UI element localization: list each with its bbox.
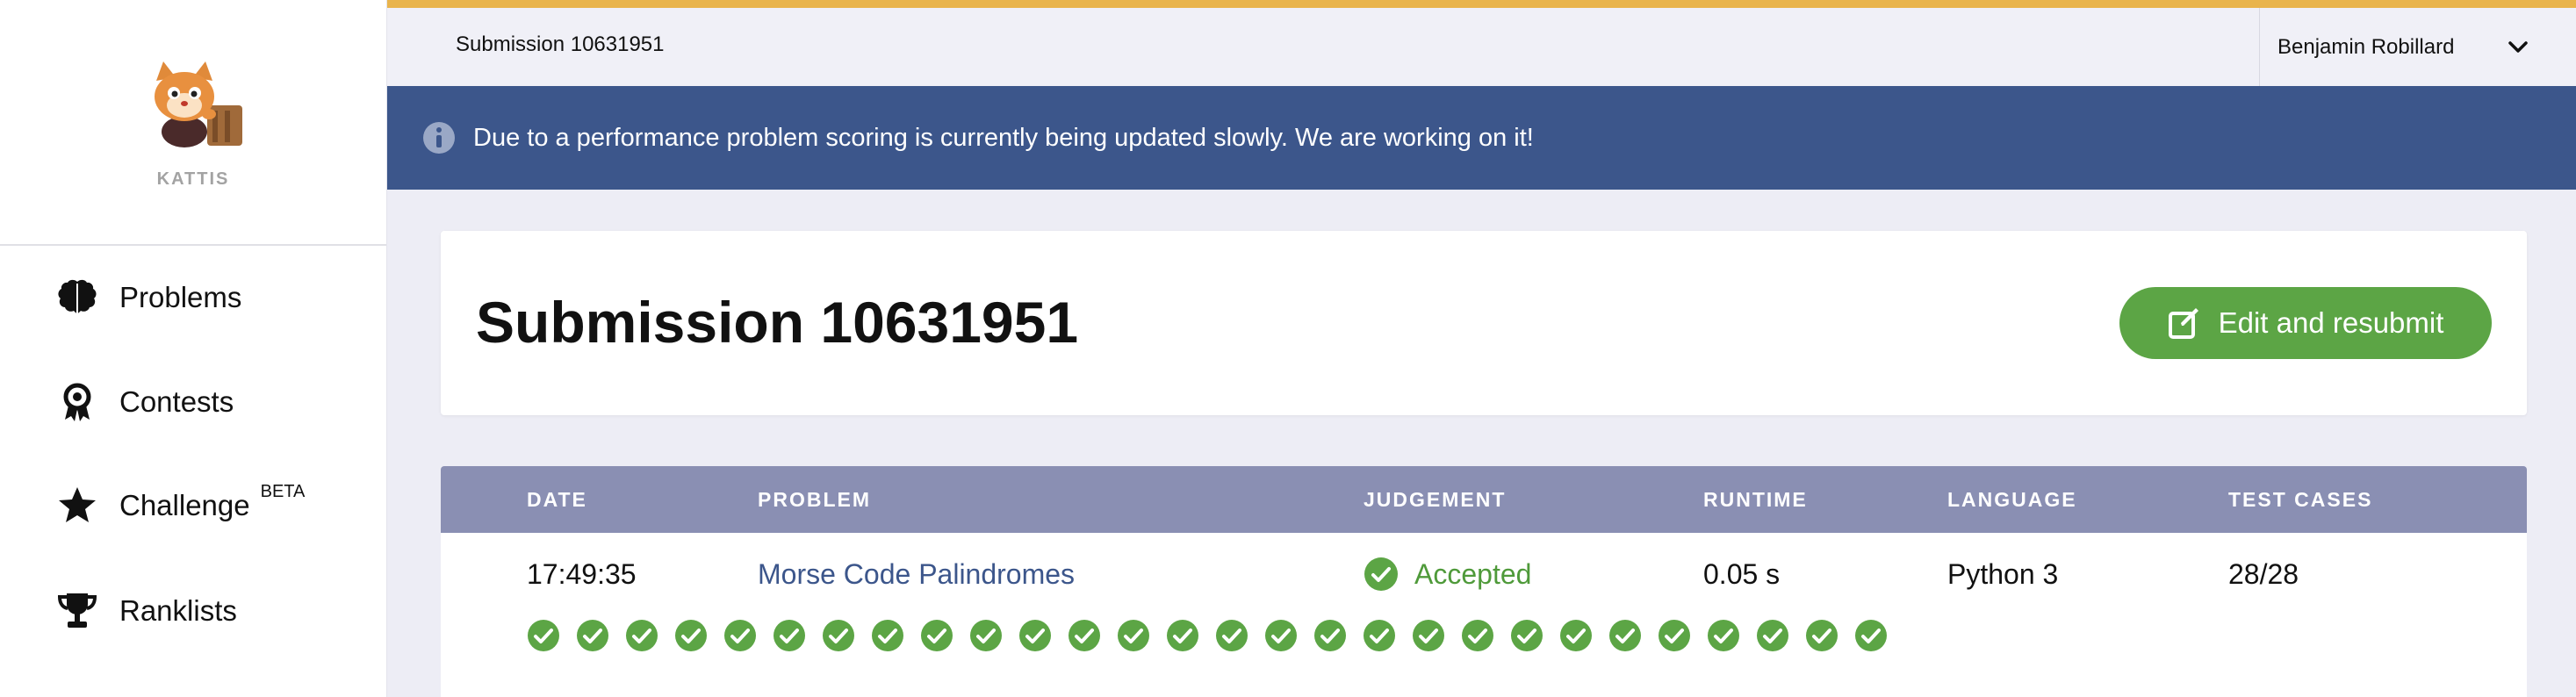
banner-message: Due to a performance problem scoring is …: [473, 123, 1534, 152]
test-case-passed-icon[interactable]: [1461, 619, 1494, 652]
problem-link[interactable]: Morse Code Palindromes: [758, 558, 1075, 591]
test-case-passed-icon[interactable]: [1805, 619, 1838, 652]
test-case-passed-icon[interactable]: [773, 619, 806, 652]
announcement-banner: Due to a performance problem scoring is …: [387, 86, 2576, 190]
test-case-passed-icon[interactable]: [1510, 619, 1543, 652]
test-case-passed-icon[interactable]: [1068, 619, 1101, 652]
col-header-language: LANGUAGE: [1947, 488, 2077, 511]
brain-icon: [58, 279, 97, 313]
test-case-passed-icon[interactable]: [625, 619, 658, 652]
test-case-passed-icon[interactable]: [1412, 619, 1445, 652]
cell-runtime: 0.05 s: [1703, 558, 1781, 590]
award-icon: [63, 383, 91, 421]
test-case-passed-icon[interactable]: [1363, 619, 1396, 652]
nav-label-challenge: Challenge: [119, 489, 250, 521]
breadcrumb[interactable]: Submission 10631951: [456, 32, 665, 57]
test-case-passed-icon[interactable]: [1707, 619, 1740, 652]
sidebar: KATTIS Problems Contests Challenge BETA: [0, 0, 387, 697]
col-header-judgement: JUDGEMENT: [1364, 488, 1507, 511]
logo-text: KATTIS: [156, 169, 230, 189]
submission-table: DATE PROBLEM JUDGEMENT RUNTIME LANGUAGE …: [441, 466, 2527, 697]
test-case-passed-icon[interactable]: [1608, 619, 1642, 652]
check-circle-icon: [1364, 557, 1398, 591]
col-header-problem: PROBLEM: [758, 488, 871, 511]
test-case-passed-icon[interactable]: [871, 619, 904, 652]
resubmit-label: Edit and resubmit: [2218, 306, 2444, 339]
test-case-passed-icon[interactable]: [527, 619, 560, 652]
test-case-passed-icon[interactable]: [1658, 619, 1691, 652]
cell-date: 17:49:35: [527, 558, 637, 590]
logo-area[interactable]: KATTIS: [0, 0, 386, 244]
test-case-passed-icon[interactable]: [822, 619, 855, 652]
trophy-icon: [57, 593, 97, 628]
sidebar-divider: [0, 244, 386, 246]
test-case-passed-icon[interactable]: [969, 619, 1003, 652]
nav-item-challenge[interactable]: Challenge BETA: [56, 479, 305, 532]
page-title: Submission 10631951: [476, 290, 1079, 355]
test-case-passed-icon[interactable]: [1559, 619, 1593, 652]
test-case-passed-icon[interactable]: [1166, 619, 1199, 652]
test-results-strip: [527, 619, 1932, 654]
table-header: DATE PROBLEM JUDGEMENT RUNTIME LANGUAGE …: [441, 466, 2527, 533]
user-menu[interactable]: Benjamin Robillard: [2259, 8, 2576, 86]
col-header-test-cases: TEST CASES: [2228, 488, 2373, 511]
user-name: Benjamin Robillard: [2277, 34, 2455, 59]
test-case-passed-icon[interactable]: [723, 619, 757, 652]
test-case-passed-icon[interactable]: [576, 619, 609, 652]
nav-item-ranklists[interactable]: Ranklists: [56, 585, 237, 637]
test-case-passed-icon[interactable]: [1264, 619, 1298, 652]
edit-icon: [2168, 308, 2198, 339]
col-header-runtime: RUNTIME: [1703, 488, 1808, 511]
submission-header-card: Submission 10631951 Edit and resubmit: [441, 231, 2527, 415]
test-case-passed-icon[interactable]: [1215, 619, 1248, 652]
kattis-cat-logo: [155, 61, 242, 147]
cell-test-cases: 28/28: [2228, 558, 2299, 590]
cell-judgement: Accepted: [1364, 557, 1531, 592]
test-case-passed-icon[interactable]: [920, 619, 953, 652]
star-icon: [59, 487, 96, 522]
edit-and-resubmit-button[interactable]: Edit and resubmit: [2119, 287, 2492, 359]
test-case-passed-icon[interactable]: [1313, 619, 1347, 652]
nav-label-problems: Problems: [119, 281, 242, 313]
test-case-passed-icon[interactable]: [1117, 619, 1150, 652]
test-case-passed-icon[interactable]: [1756, 619, 1789, 652]
test-case-passed-icon[interactable]: [1854, 619, 1888, 652]
info-icon: [423, 122, 455, 154]
top-bar: Submission 10631951 Benjamin Robillard: [387, 0, 2576, 86]
nav-item-contests[interactable]: Contests: [56, 376, 234, 428]
judgement-text: Accepted: [1414, 557, 1532, 590]
nav-label-ranklists: Ranklists: [119, 594, 237, 627]
test-case-passed-icon[interactable]: [674, 619, 708, 652]
col-header-date: DATE: [527, 488, 587, 511]
test-case-passed-icon[interactable]: [1018, 619, 1052, 652]
beta-badge: BETA: [260, 481, 306, 501]
nav-label-contests: Contests: [119, 385, 234, 418]
nav-item-problems[interactable]: Problems: [56, 271, 241, 324]
cell-language: Python 3: [1947, 558, 2059, 590]
chevron-down-icon: [2508, 41, 2528, 53]
